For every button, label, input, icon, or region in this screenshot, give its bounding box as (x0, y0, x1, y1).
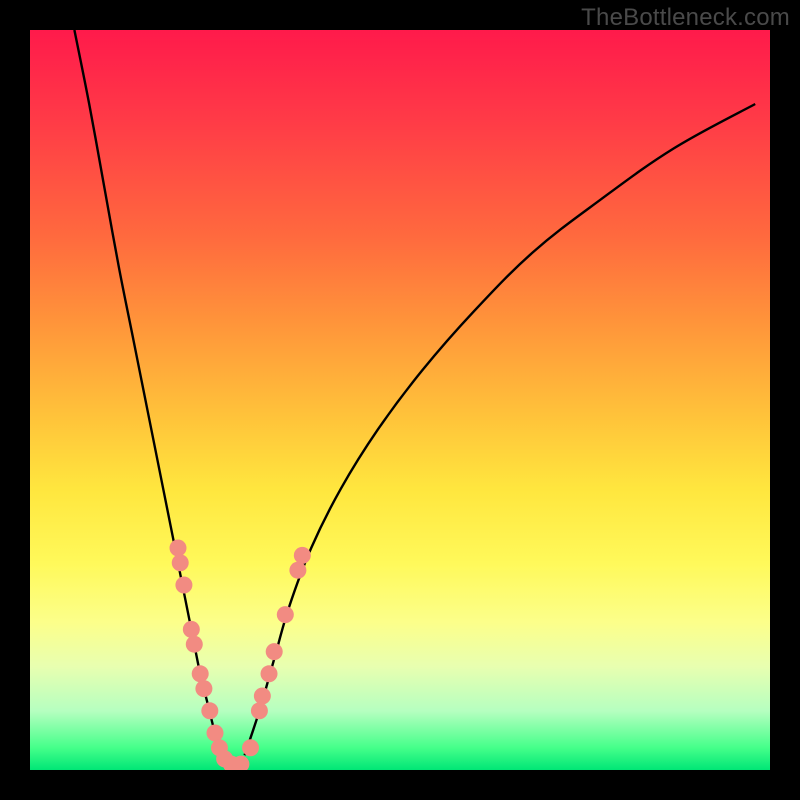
data-marker (207, 725, 224, 742)
data-marker (277, 606, 294, 623)
curve-group (74, 30, 755, 767)
chart-frame: TheBottleneck.com (0, 0, 800, 800)
data-marker (175, 577, 192, 594)
marker-group (170, 540, 311, 771)
data-marker (172, 554, 189, 571)
data-marker (170, 540, 187, 557)
data-marker (186, 636, 203, 653)
chart-overlay (30, 30, 770, 770)
data-marker (251, 702, 268, 719)
data-marker (254, 688, 271, 705)
watermark-text: TheBottleneck.com (581, 4, 790, 32)
data-marker (289, 562, 306, 579)
data-marker (183, 621, 200, 638)
data-marker (192, 665, 209, 682)
data-marker (195, 680, 212, 697)
data-marker (242, 739, 259, 756)
data-marker (201, 702, 218, 719)
bottleneck-curve-right (245, 104, 756, 755)
data-marker (266, 643, 283, 660)
plot-area (30, 30, 770, 770)
data-marker (261, 665, 278, 682)
data-marker (294, 547, 311, 564)
